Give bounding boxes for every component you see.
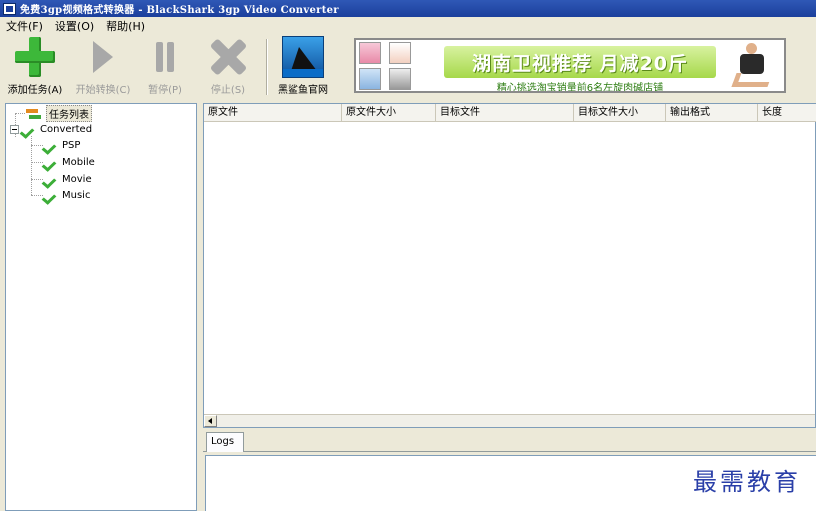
tree-item-music[interactable]: Music — [44, 188, 90, 203]
checkmark-icon — [22, 124, 36, 136]
ad-subline: 精心挑选淘宝销量前6名左旋肉碱店铺 — [496, 83, 664, 93]
menu-bar: 文件(F) 设置(O) 帮助(H) — [0, 17, 816, 35]
watermark-text: 最需教育 — [693, 468, 801, 496]
stop-button[interactable]: 停止(S) — [204, 35, 252, 99]
list-header: 原文件 原文件大小 目标文件 目标文件大小 输出格式 长度 — [204, 104, 816, 122]
tree-item-task-list[interactable]: 任务列表 — [26, 105, 92, 122]
start-convert-label: 开始转换(C) — [75, 85, 131, 96]
tree-root-label: 任务列表 — [46, 105, 92, 122]
pause-label: 暂停(P) — [148, 85, 182, 96]
official-website-label: 黑鲨鱼官网 — [278, 85, 328, 96]
ad-headline-box: 湖南卫视推荐 月减20斤 — [444, 46, 716, 78]
column-header-output-format[interactable]: 输出格式 — [666, 104, 758, 122]
ad-thumb-image — [389, 42, 411, 64]
checkmark-icon — [44, 174, 58, 186]
convert-swap-icon — [26, 108, 42, 120]
ad-thumbnails — [359, 42, 419, 91]
task-tree-panel[interactable]: 任务列表 Converted PSP Mobile Movie Music — [5, 103, 197, 511]
tree-item-label: Movie — [62, 174, 92, 185]
start-convert-button[interactable]: 开始转换(C) — [72, 35, 134, 99]
logs-tab-bar: Logs — [203, 430, 816, 452]
play-icon — [93, 41, 113, 73]
tab-logs[interactable]: Logs — [206, 432, 244, 452]
tree-connector — [31, 195, 43, 196]
column-header-target-size[interactable]: 目标文件大小 — [574, 104, 666, 122]
scroll-left-icon[interactable] — [204, 415, 217, 427]
checkmark-icon — [44, 157, 58, 169]
shark-logo-icon — [282, 36, 324, 78]
tree-item-psp[interactable]: PSP — [44, 138, 80, 153]
pause-button[interactable]: 暂停(P) — [142, 35, 188, 99]
tree-item-label: PSP — [62, 140, 81, 151]
ad-headline: 湖南卫视推荐 月减20斤 — [471, 52, 689, 75]
tree-item-label: Music — [62, 190, 91, 201]
plus-icon — [15, 37, 55, 77]
tree-item-mobile[interactable]: Mobile — [44, 155, 95, 170]
window-title: 免费3gp视频格式转换器 - BlackShark 3gp Video Conv… — [20, 5, 339, 16]
tree-item-converted[interactable]: Converted — [10, 122, 92, 137]
stop-label: 停止(S) — [210, 85, 246, 96]
horizontal-scrollbar[interactable] — [204, 414, 815, 427]
official-website-button[interactable]: 黑鲨鱼官网 — [274, 35, 332, 99]
add-task-label: 添加任务(A) — [7, 85, 63, 96]
app-window: 免费3gp视频格式转换器 - BlackShark 3gp Video Conv… — [0, 0, 816, 511]
title-bar[interactable]: 免费3gp视频格式转换器 - BlackShark 3gp Video Conv… — [0, 0, 816, 17]
ad-thumb-image — [359, 42, 381, 64]
toolbar: 添加任务(A) 开始转换(C) 暂停(P) 停止(S) 黑鲨鱼官网 湖南卫视推荐… — [0, 35, 816, 99]
ad-figure-image — [728, 43, 778, 89]
collapse-icon[interactable] — [10, 125, 19, 134]
tree-connector — [31, 145, 43, 146]
menu-settings[interactable]: 设置(O) — [55, 18, 94, 34]
app-icon — [3, 2, 16, 15]
column-header-source-size[interactable]: 原文件大小 — [342, 104, 436, 122]
column-header-target-file[interactable]: 目标文件 — [436, 104, 574, 122]
pause-icon — [154, 42, 176, 72]
ad-banner[interactable]: 湖南卫视推荐 月减20斤 精心挑选淘宝销量前6名左旋肉碱店铺 — [354, 38, 786, 93]
menu-file[interactable]: 文件(F) — [6, 18, 43, 34]
checkmark-icon — [44, 140, 58, 152]
add-task-button[interactable]: 添加任务(A) — [6, 35, 64, 99]
tree-connector — [31, 162, 43, 163]
column-header-duration[interactable]: 长度 — [758, 104, 816, 122]
column-header-source-file[interactable]: 原文件 — [204, 104, 342, 122]
tree-item-label: Converted — [40, 124, 93, 135]
stop-icon — [209, 38, 247, 76]
tree-item-label: Mobile — [62, 157, 95, 168]
checkmark-icon — [44, 190, 58, 202]
tree-connector — [15, 113, 25, 114]
task-list-panel[interactable]: 原文件 原文件大小 目标文件 目标文件大小 输出格式 长度 — [203, 103, 816, 428]
ad-thumb-image — [389, 68, 411, 90]
tree-item-movie[interactable]: Movie — [44, 172, 92, 187]
menu-help[interactable]: 帮助(H) — [106, 18, 145, 34]
tree-connector — [31, 179, 43, 180]
ad-thumb-image — [359, 68, 381, 90]
toolbar-separator — [266, 39, 268, 95]
